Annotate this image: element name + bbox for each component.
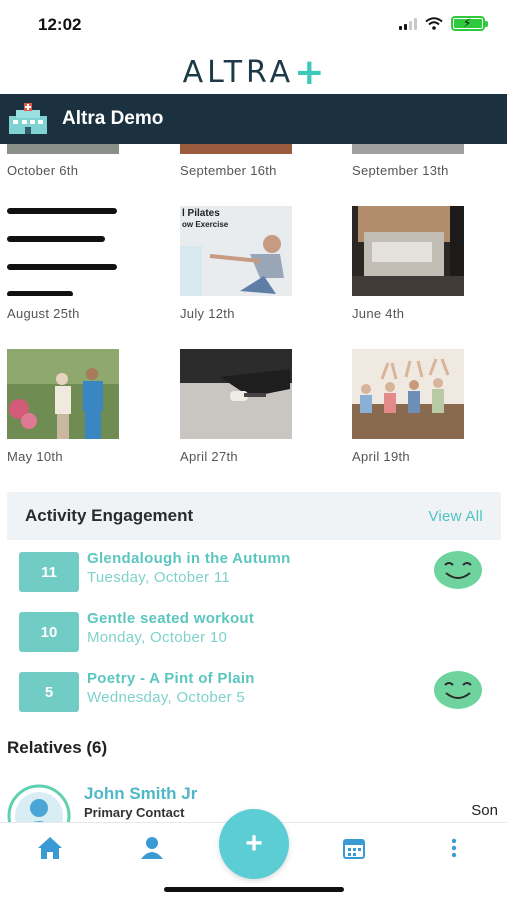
altra-logo: ALTRA+ [0,50,507,93]
activity-date: Wednesday, October 5 [87,689,246,706]
status-bar: 12:02 ⚡ [0,0,507,50]
gallery-date: August 25th [7,306,80,321]
gallery-tile[interactable] [7,349,119,439]
tab-more[interactable] [434,833,474,863]
section-title: Activity Engagement [25,506,194,525]
facility-title: Altra Demo [62,108,164,129]
photo-gallery: October 6th September 16th September 13t… [0,144,507,474]
activity-item[interactable]: 10 Gentle seated workout Monday, October… [19,610,489,654]
tile-overlay-text: l Pilates [182,208,220,219]
gallery-tile[interactable] [352,144,464,154]
garden-walk-thumbnail [7,349,119,439]
activity-date: Tuesday, October 11 [87,569,230,586]
activity-item[interactable]: 5 Poetry - A Pint of Plain Wednesday, Oc… [19,670,489,714]
relative-relation: Son [471,802,498,819]
relative-role: Primary Contact [84,805,185,820]
gallery-date: April 19th [352,449,410,464]
gallery-date: October 6th [7,163,79,178]
more-icon [451,838,457,858]
wifi-icon [425,17,443,30]
activity-count-badge: 10 [19,612,79,652]
gallery-date: June 4th [352,306,405,321]
home-indicator [164,887,344,892]
activity-item[interactable]: 11 Glendalough in the Autumn Tuesday, Oc… [19,550,489,594]
gallery-tile[interactable]: l Pilates ow Exercise [180,206,292,296]
exercise-class-thumbnail [352,349,464,439]
activity-name: Gentle seated workout [87,610,255,627]
status-icons: ⚡ [399,16,488,31]
gallery-date: September 13th [352,163,449,178]
tile-overlay-subtext: ow Exercise [182,220,229,229]
logo-text: ALTRA [182,55,295,90]
battery-icon: ⚡ [451,16,488,31]
signal-icon [399,17,417,30]
happy-face-icon [434,671,482,709]
gallery-tile[interactable] [352,206,464,296]
app-header: Altra Demo [0,94,507,144]
activity-count-badge: 5 [19,672,79,712]
gallery-tile[interactable] [352,349,464,439]
gallery-tile[interactable] [7,206,119,296]
gallery-tile[interactable] [180,349,292,439]
tab-home[interactable] [30,833,70,863]
happy-face-icon [434,551,482,589]
status-time: 12:02 [38,15,82,34]
add-button[interactable]: + [219,809,289,879]
activity-engagement-header: Activity Engagement View All [7,492,501,540]
device-thumbnail [180,349,292,439]
activity-count-badge: 11 [19,552,79,592]
gallery-date: July 12th [180,306,235,321]
activity-date: Monday, October 10 [87,629,228,646]
gallery-date: September 16th [180,163,277,178]
tab-profile[interactable] [132,833,172,863]
person-icon [141,837,163,859]
add-icon: + [245,827,263,860]
calendar-icon [343,839,365,859]
logo-plus: + [294,52,325,93]
gallery-date: April 27th [180,449,238,464]
tab-calendar[interactable] [334,833,374,863]
activity-name: Glendalough in the Autumn [87,550,291,567]
gym-thumbnail [352,206,464,296]
gallery-date: May 10th [7,449,63,464]
care-home-icon [9,103,47,134]
relative-name: John Smith Jr [84,784,198,803]
activity-name: Poetry - A Pint of Plain [87,670,255,687]
view-all-link[interactable]: View All [428,508,483,525]
gallery-tile[interactable] [7,144,119,154]
relatives-title: Relatives (6) [7,738,108,757]
text-lines-thumbnail [7,208,117,296]
home-icon [38,837,62,859]
gallery-tile[interactable] [180,144,292,154]
